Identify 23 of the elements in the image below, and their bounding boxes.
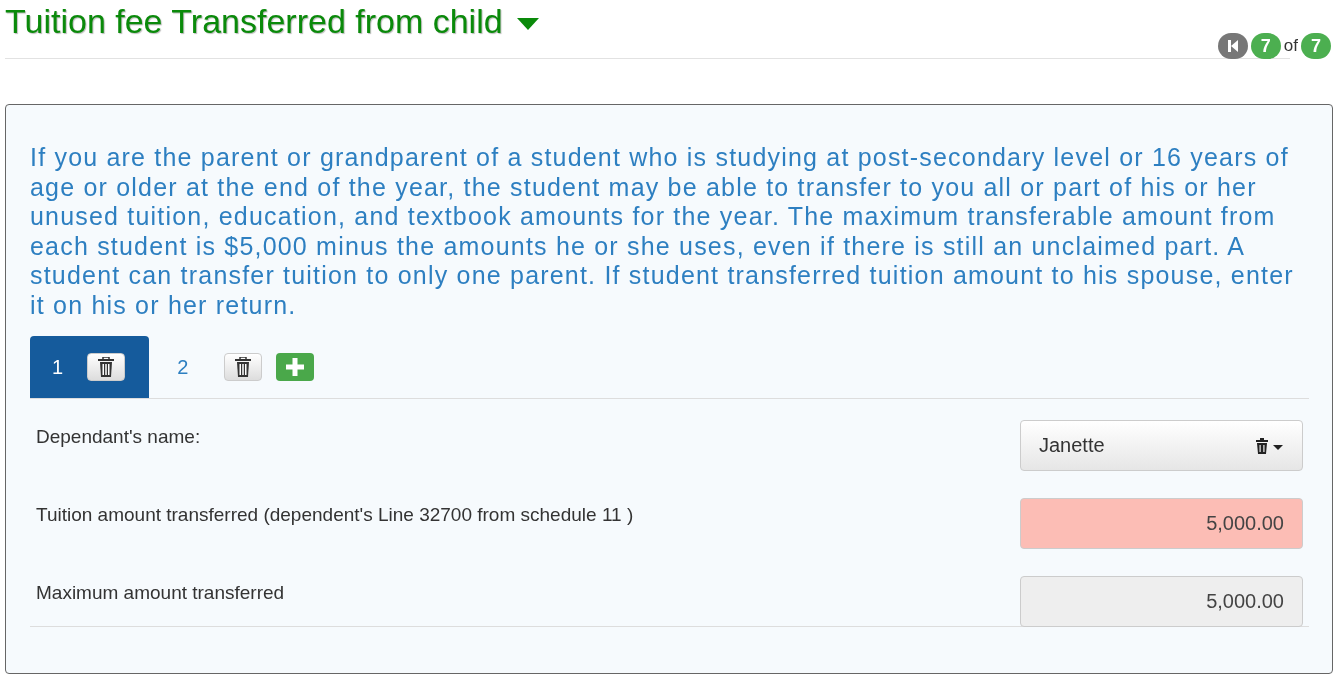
- plus-icon: [286, 358, 305, 376]
- skip-back-icon: [1226, 40, 1239, 52]
- delete-button[interactable]: [87, 353, 126, 381]
- current-page-badge: 7: [1250, 33, 1281, 59]
- delete-button[interactable]: [224, 353, 263, 381]
- dependant-dropdown[interactable]: Janette: [1020, 420, 1303, 471]
- description-text: If you are the parent or grandparent of a student who is studying at post-secondary level or 16 years of age or older at the end of the year, the student may be able to transfer to you all or part of his or her unused tuition, education, and textbook amounts for the year. The maximum transferable amount from each student is $5,000 minus the amounts he or she uses, even if there is still an unclaimed part. A student can transfer tuition to only one parent. If student transferred tuition amount to his spouse, enter it on his or her return.: [30, 143, 1295, 320]
- field-label: Tuition amount transferred (dependent's Line 32700 from schedule 11 ): [36, 504, 634, 526]
- caret-icon[interactable]: [516, 17, 539, 30]
- amount-field[interactable]: 5,000.00: [1020, 498, 1303, 549]
- page-title: Tuition fee Transferred from child: [5, 2, 503, 41]
- pager-separator: of: [1283, 36, 1298, 56]
- tab[interactable]: 2: [149, 336, 277, 398]
- field-label: Dependant's name:: [36, 426, 201, 448]
- total-pages-badge: 7: [1301, 33, 1331, 59]
- add-button[interactable]: [276, 353, 315, 381]
- trash-icon: [98, 357, 115, 377]
- first-page-button[interactable]: [1217, 33, 1248, 59]
- trash-caret-icon: [1254, 437, 1284, 454]
- amount-field[interactable]: 5,000.00: [1020, 576, 1303, 627]
- field-label: Maximum amount transferred: [36, 582, 285, 604]
- trash-icon: [235, 357, 252, 377]
- tab[interactable]: 1: [30, 336, 150, 398]
